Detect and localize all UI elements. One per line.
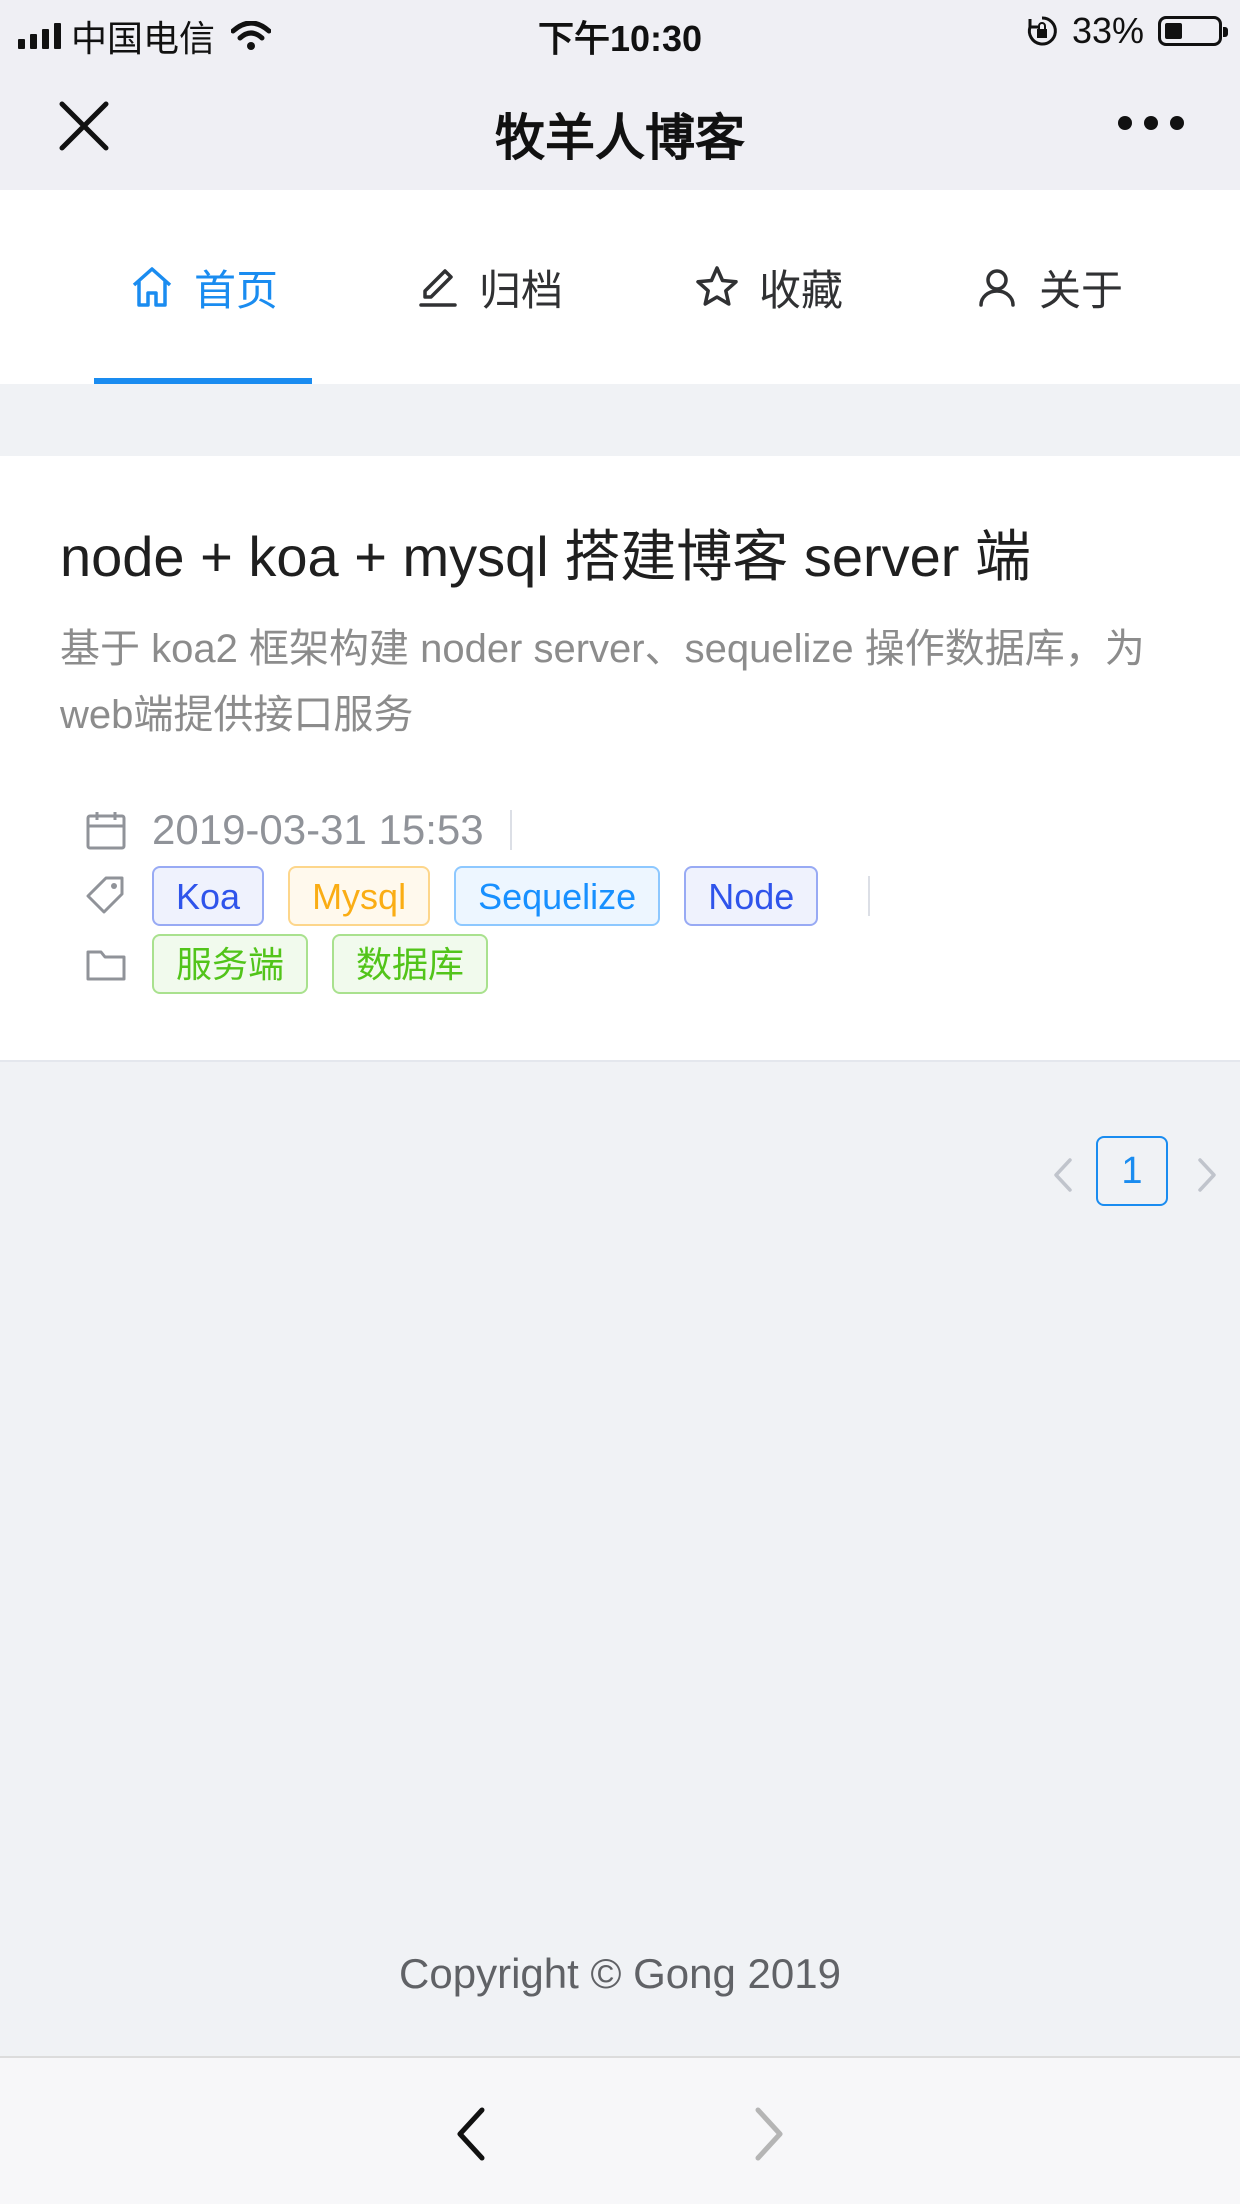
article-date-row: 2019-03-31 15:53: [84, 806, 512, 854]
category-server[interactable]: 服务端: [152, 934, 309, 994]
article-card[interactable]: node + koa + mysql 搭建博客 server 端 基于 koa2…: [0, 456, 1240, 1062]
nav-bar: 牧羊人博客: [0, 62, 1240, 190]
back-icon[interactable]: [452, 2104, 492, 2164]
category-database[interactable]: 数据库: [332, 934, 489, 994]
article-date: 2019-03-31 15:53: [152, 806, 484, 853]
tag-icon: [86, 876, 124, 914]
article-description: 基于 koa2 框架构建 noder server、sequelize 操作数据…: [60, 627, 1145, 737]
main-menu: 首页 归档 收藏 关于: [0, 190, 1240, 384]
more-dot: [1118, 116, 1132, 130]
pagination-prev-icon[interactable]: [1044, 1150, 1080, 1200]
tag-mysql[interactable]: Mysql: [288, 866, 431, 926]
status-bar: 中国电信 下午10:30 33%: [0, 0, 1240, 62]
tag-node[interactable]: Node: [684, 866, 819, 926]
more-dot: [1170, 116, 1184, 130]
calendar-icon: [86, 812, 126, 850]
battery-fill: [1165, 23, 1182, 39]
menu-label-favorites: 收藏: [758, 266, 843, 314]
battery-icon: [1158, 16, 1228, 46]
more-dot: [1144, 116, 1158, 130]
menu-label-home: 首页: [193, 266, 278, 314]
menu-label-archive: 归档: [478, 266, 563, 314]
user-icon: [979, 269, 1015, 307]
edit-icon: [419, 269, 457, 307]
meta-separator: [868, 876, 871, 916]
copyright-text: Copyright © Gong 2019: [399, 1950, 841, 1997]
browser-toolbar: [0, 2056, 1240, 2204]
battery-tip: [1223, 27, 1228, 37]
more-icon[interactable]: [1118, 116, 1184, 130]
article-title[interactable]: node + koa + mysql 搭建博客 server 端: [60, 512, 1031, 593]
folder-icon: [86, 950, 126, 981]
meta-separator: [509, 810, 512, 850]
article-tags-row: Koa Mysql Sequelize Node: [84, 866, 871, 926]
menu-item-archive[interactable]: 归档: [390, 190, 586, 384]
tag-koa[interactable]: Koa: [152, 866, 265, 926]
pagination-next-icon[interactable]: [1190, 1150, 1226, 1200]
page-title: 牧羊人博客: [495, 110, 745, 166]
menu-item-home[interactable]: 首页: [94, 190, 312, 384]
tag-sequelize[interactable]: Sequelize: [454, 866, 661, 926]
pagination-page-current[interactable]: 1: [1096, 1136, 1168, 1206]
status-right: 33%: [1026, 10, 1228, 52]
active-underline: [94, 378, 312, 384]
menu-item-about[interactable]: 关于: [950, 190, 1146, 384]
orientation-lock-icon: [1027, 16, 1057, 46]
home-icon: [132, 267, 172, 307]
menu-label-about: 关于: [1038, 266, 1123, 314]
menu-item-favorites[interactable]: 收藏: [670, 190, 866, 384]
article-categories-row: 服务端 数据库: [84, 934, 512, 994]
star-icon: [696, 266, 738, 306]
forward-icon[interactable]: [748, 2104, 788, 2164]
battery-percent: 33%: [1071, 10, 1144, 51]
